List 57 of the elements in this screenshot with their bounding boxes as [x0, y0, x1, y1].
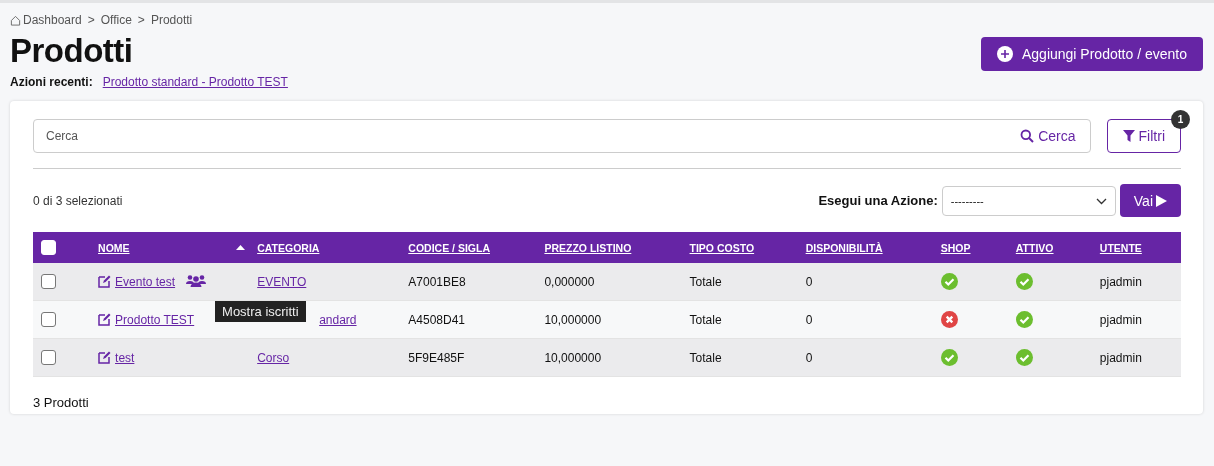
search-field[interactable]: Cerca Cerca: [33, 119, 1091, 153]
table-cell: 0: [805, 312, 813, 327]
search-icon: [1020, 129, 1035, 143]
row-checkbox[interactable]: [41, 274, 56, 289]
result-count: 3 Prodotti: [33, 395, 90, 410]
action-select[interactable]: ---------: [941, 185, 1116, 216]
table-cell: 5F9E485F: [408, 350, 465, 365]
breadcrumb-link[interactable]: Office: [100, 13, 132, 27]
product-name-link[interactable]: test: [115, 350, 135, 365]
recent-action-link[interactable]: Prodotto standard - Prodotto TEST: [102, 75, 288, 89]
edit-icon: [98, 275, 112, 288]
breadcrumb-separator: >: [87, 13, 95, 27]
row-checkbox[interactable]: [41, 312, 56, 327]
product-name-link[interactable]: Evento test: [115, 274, 176, 289]
chevron-down-icon: [1095, 196, 1107, 205]
funnel-icon: [1122, 130, 1135, 142]
edit-icon: [98, 351, 112, 364]
table-cell: 0: [805, 350, 813, 365]
table-cell: pjadmin: [1099, 350, 1142, 365]
breadcrumb-link[interactable]: Dashboard: [23, 13, 82, 27]
plus-icon: [997, 46, 1013, 62]
table-cell: 0: [805, 274, 813, 289]
breadcrumb-separator: >: [137, 13, 145, 27]
table-cell: A4508D41: [408, 312, 465, 327]
table-cell: Totale: [689, 274, 722, 289]
table-cell: A7001BE8: [408, 274, 466, 289]
add-product-button[interactable]: Aggiungi Prodotto / evento: [981, 37, 1203, 71]
select-all-checkbox[interactable]: [41, 240, 56, 255]
page-title: Prodotti: [10, 31, 133, 71]
edit-icon: [98, 313, 112, 326]
filter-count-badge: 1: [1171, 110, 1190, 129]
table-cell: pjadmin: [1099, 274, 1142, 289]
category-link[interactable]: EVENTO: [257, 274, 307, 289]
recent-actions-label: Azioni recenti:: [10, 75, 93, 89]
column-header[interactable]: CATEGORIA: [257, 241, 320, 254]
table-cell: 10,000000: [544, 350, 602, 365]
column-header[interactable]: SHOP: [940, 241, 971, 254]
breadcrumb-current: Prodotti: [150, 13, 193, 27]
action-label: Esegui una Azione:: [818, 193, 938, 208]
tooltip: Mostra iscritti: [215, 300, 306, 322]
category-link[interactable]: andard: [319, 312, 357, 327]
table-cell: pjadmin: [1099, 312, 1142, 327]
table-cell: 10,000000: [544, 312, 602, 327]
play-icon: [1156, 194, 1167, 207]
table-cell: Totale: [689, 350, 722, 365]
go-button[interactable]: Vai: [1119, 184, 1181, 217]
row-checkbox[interactable]: [41, 350, 56, 365]
category-link[interactable]: Corso: [257, 350, 290, 365]
select-value: ---------: [950, 194, 984, 207]
product-name-link[interactable]: Prodotto TEST: [115, 312, 195, 327]
column-header[interactable]: NOME: [98, 241, 130, 254]
search-button[interactable]: Cerca: [1016, 128, 1080, 144]
table-cell: 0,000000: [544, 274, 595, 289]
home-icon: [10, 14, 21, 26]
selection-count: 0 di 3 selezionati: [33, 193, 123, 208]
column-header[interactable]: ATTIVO: [1015, 241, 1054, 254]
table-cell: Totale: [689, 312, 722, 327]
